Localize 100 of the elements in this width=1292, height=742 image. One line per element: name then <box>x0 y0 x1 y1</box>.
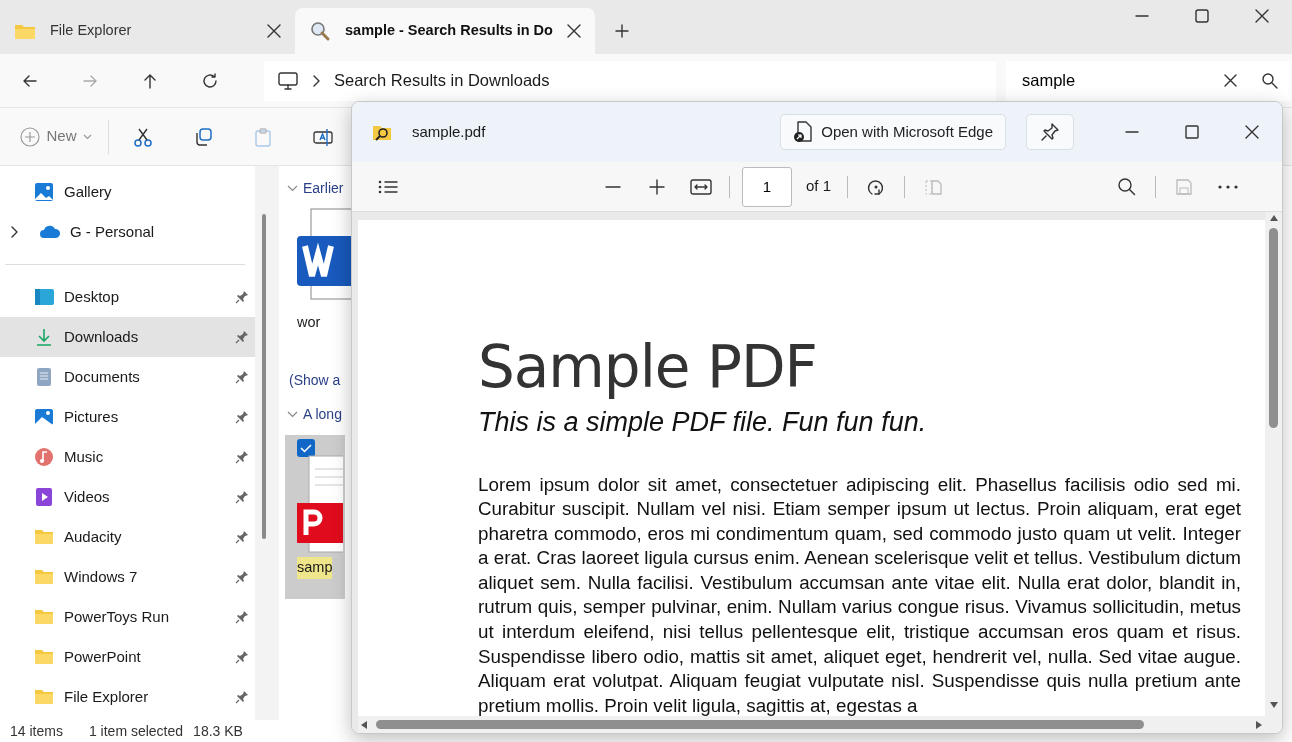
sidebar-item[interactable]: Gallery <box>0 172 255 212</box>
show-all-link[interactable]: (Show a <box>289 369 341 391</box>
sidebar-item[interactable]: File Explorer <box>0 677 255 717</box>
document-subtitle: This is a simple PDF file. Fun fun fun. <box>478 406 928 439</box>
pin-icon <box>235 330 249 344</box>
rename-icon <box>313 126 333 147</box>
file-name[interactable]: samp <box>297 556 333 579</box>
sidebar-item[interactable]: Documents <box>0 357 255 397</box>
folder-icon <box>34 687 54 707</box>
pin-icon <box>235 490 249 504</box>
vertical-scrollbar-thumb[interactable] <box>1269 228 1278 428</box>
minus-icon <box>604 185 621 188</box>
page-number-field[interactable]: 1 <box>741 166 792 207</box>
minimize-icon <box>1125 131 1139 133</box>
close-icon <box>1244 124 1260 140</box>
pin-button[interactable] <box>1026 114 1074 150</box>
folder-icon <box>34 647 54 667</box>
computer-icon <box>278 71 298 90</box>
plus-circle-icon <box>20 126 41 147</box>
breadcrumb[interactable]: Search Results in Downloads <box>334 68 550 93</box>
close-tab-button[interactable] <box>267 24 281 38</box>
chevron-down-icon <box>82 133 92 140</box>
pin-icon <box>235 450 249 464</box>
folder-icon <box>34 567 54 587</box>
clear-search-button[interactable] <box>1224 74 1237 87</box>
copy-icon <box>193 126 213 147</box>
chevron-down-icon[interactable] <box>287 411 298 419</box>
pin-icon <box>1040 122 1060 142</box>
folder-icon <box>34 527 54 547</box>
item-count: 14 items <box>10 721 63 741</box>
pin-icon <box>235 570 249 584</box>
refresh-icon <box>201 71 219 90</box>
pin-icon <box>235 370 249 384</box>
maximize-icon <box>1184 124 1200 140</box>
sidebar-item[interactable]: Audacity <box>0 517 255 557</box>
more-icon <box>1218 184 1238 189</box>
music-icon <box>34 447 54 467</box>
new-button[interactable]: New <box>12 116 100 157</box>
gallery-icon <box>34 182 54 202</box>
floppy-icon <box>1174 176 1194 197</box>
selection-size: 18.3 KB <box>193 721 243 741</box>
folder-icon <box>34 607 54 627</box>
clipboard-icon <box>253 126 273 147</box>
page-count: of 1 <box>805 176 831 197</box>
section-heading[interactable]: A long <box>303 404 342 426</box>
tab[interactable]: sample - Search Results in Do <box>295 8 595 54</box>
plus-icon <box>613 23 630 39</box>
chevron-right-icon[interactable] <box>10 226 18 238</box>
search-icon <box>1117 176 1137 197</box>
preview-title: sample.pdf <box>412 121 487 142</box>
address-bar[interactable]: Search Results in Downloads <box>264 60 996 101</box>
maximize-icon <box>1194 8 1210 24</box>
pin-icon <box>235 290 249 304</box>
sidebar-item[interactable]: Pictures <box>0 397 255 437</box>
sidebar-item[interactable]: PowerPoint <box>0 637 255 677</box>
close-tab-button[interactable] <box>566 24 581 38</box>
search-box[interactable]: sample <box>1006 60 1291 101</box>
document-icon <box>34 367 54 387</box>
picture-icon <box>34 407 54 427</box>
download-icon <box>34 327 54 347</box>
file-tile[interactable]: samp <box>285 434 345 599</box>
section-heading[interactable]: Earlier <box>303 177 344 199</box>
search-icon <box>1261 71 1279 90</box>
pin-icon <box>235 530 249 544</box>
chevron-right-icon <box>312 74 320 87</box>
close-icon <box>1224 74 1237 87</box>
close-icon <box>1254 8 1270 24</box>
folder-icon <box>14 22 36 40</box>
desktop-icon <box>34 287 54 307</box>
open-with-edge-button[interactable]: Open with Microsoft Edge <box>780 114 1006 150</box>
chevron-down-icon[interactable] <box>287 184 298 192</box>
minimize-icon <box>1135 15 1149 17</box>
pin-icon <box>235 650 249 664</box>
pin-icon <box>235 690 249 704</box>
scissors-icon <box>133 126 153 147</box>
checkbox-icon[interactable] <box>297 438 315 457</box>
preview-folder-icon <box>372 123 392 141</box>
sidebar-item[interactable]: Music <box>0 437 255 477</box>
close-icon <box>267 24 281 38</box>
tab[interactable]: File Explorer <box>0 8 295 54</box>
sidebar-item[interactable]: G - Personal <box>0 212 255 252</box>
pin-icon <box>235 410 249 424</box>
video-icon <box>34 487 54 507</box>
horizontal-scrollbar-thumb[interactable] <box>376 720 1144 729</box>
document-paragraph: Lorem ipsum dolor sit amet, consectetuer adipiscing elit. Phasellus facilisis odio sed mi. Curabitur suscipit. Nullam vel nisi. Etiam semper ipsum ut lectus. Proin aliquam, erat eget pharetra commodo, eros mi condimentum quam, sed commodo justo quam ut velit. Integer a erat. Cras laoreet ligula cursus enim. Aenean scelerisque velit et tellus. Vestibulum dictum aliquet sem. Nulla facilisi. Vestibulum accumsan ante vitae elit. Nulla erat dolor, blandit in, rutrum quis, semper pulvinar, enim. Nullam varius congue risus. Vivamus sollicitudin, metus ut interdum eleifend, nisi tellus pellentesque elit, tristique accumsan eros quam et risus. Suspendisse libero odio, mattis sit amet, aliquet eget, hendrerit vel, nulla. Sed vitae augue. Aliquam erat volutpat. Aliquam feugiat vulputate nisl. Suspendisse quis nulla pretium ante pretium mollis. Proin velit ligula, sagittis at, egestas a <box>478 472 1241 716</box>
sidebar-item[interactable]: PowerToys Run <box>0 597 255 637</box>
sidebar-item[interactable]: Windows 7 <box>0 557 255 597</box>
selection-count: 1 item selected <box>88 721 184 741</box>
search-field[interactable]: sample <box>1020 67 1224 94</box>
fit-width-icon <box>689 176 712 197</box>
open-file-icon <box>793 121 814 143</box>
sidebar-item[interactable]: Desktop <box>0 277 255 317</box>
scrollbar-thumb[interactable] <box>262 214 266 539</box>
file-name[interactable]: wor <box>297 312 321 334</box>
sidebar-item[interactable]: Downloads <box>0 317 255 357</box>
close-icon <box>566 24 581 38</box>
pin-icon <box>235 610 249 624</box>
sidebar-item[interactable]: Videos <box>0 477 255 517</box>
magnifier-icon <box>309 20 331 42</box>
plus-icon <box>646 176 667 197</box>
